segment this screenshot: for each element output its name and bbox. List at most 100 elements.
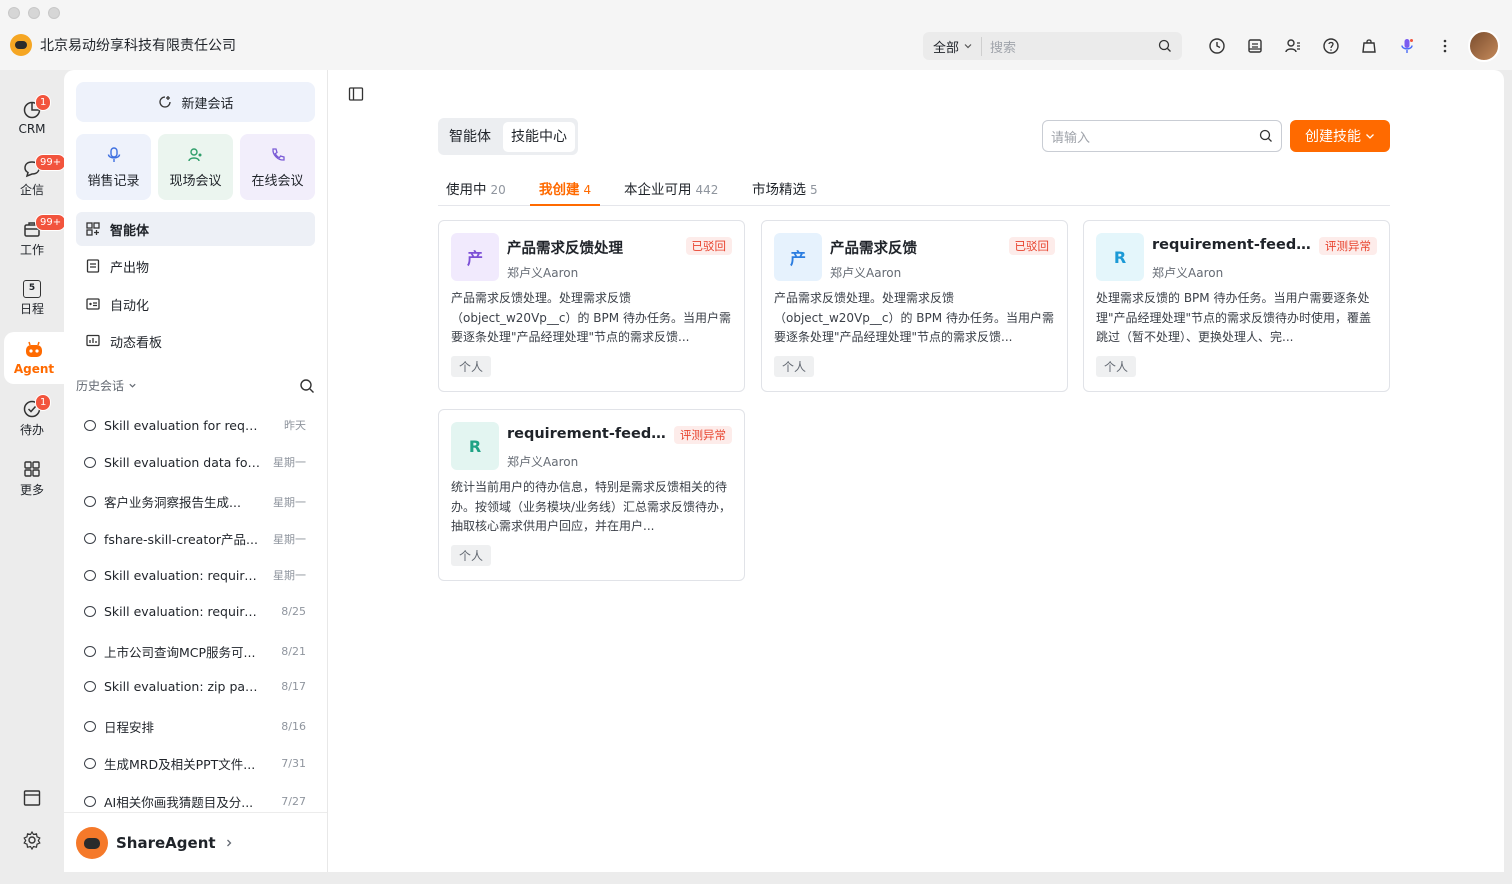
status-badge: 已驳回 [1008,237,1055,255]
search-icon[interactable] [299,378,315,394]
skill-card[interactable]: 产 产品需求反馈处理 郑卢义Aaron 已驳回 产品需求反馈处理。处理需求反馈（… [438,220,745,392]
user-avatar[interactable] [1468,30,1500,62]
segment-agents[interactable]: 智能体 [441,122,499,152]
scope-tag: 个人 [451,356,492,377]
nav-item-outputs[interactable]: 产出物 [76,249,315,283]
crm-badge: 1 [35,94,52,111]
new-chat-icon [159,96,172,108]
skill-card[interactable]: 产 产品需求反馈 郑卢义Aaron 已驳回 产品需求反馈处理。处理需求反馈（ob… [761,220,1068,392]
mic-icon [107,146,120,162]
rail-item-crm[interactable]: CRM 1 [4,92,60,144]
voice-assistant-icon[interactable] [1395,34,1419,58]
help-icon[interactable] [1319,34,1343,58]
tab-created-by-me[interactable]: 我创建 4 [530,178,601,206]
segment-skill-center[interactable]: 技能中心 [503,121,575,152]
apps-grid-icon [24,460,40,477]
nav-item-dashboard[interactable]: 动态看板 [76,324,315,358]
rail-item-more[interactable]: 更多 [4,452,60,504]
history-item[interactable]: 上市公司查询MCP服务可... 8/21 [84,642,306,661]
chat-bubble-icon [84,646,96,657]
close-window-button[interactable] [8,7,20,19]
skill-tabs: 使用中 20 我创建 4 本企业可用 442 市场精选 5 [438,174,1390,206]
skill-card[interactable]: R requirement-feedback... 郑卢义Aaron 评测异常 … [438,409,745,581]
tab-market-picks[interactable]: 市场精选 5 [752,178,818,206]
chevron-down-icon [964,44,972,49]
chat-bubble-icon [84,758,96,769]
nav-item-automation[interactable]: 自动化 [76,287,315,321]
history-clock-icon[interactable] [1205,34,1229,58]
settings-gear-icon[interactable] [22,830,42,854]
history-item[interactable]: fshare-skill-creator产品... 星期一 [84,529,306,548]
rail-item-todo[interactable]: 待办 1 [4,392,60,444]
history-item[interactable]: Skill evaluation data for ... 星期一 [84,454,306,470]
shareagent-profile[interactable]: ShareAgent [64,812,327,872]
document-icon [86,259,100,273]
chat-bubble-icon [84,721,96,732]
search-placeholder: 搜索 [990,40,1017,56]
quick-sales-record[interactable]: 销售记录 [76,134,151,200]
chat-bubble-icon [84,419,96,431]
skill-avatar-icon: 产 [451,233,499,281]
rail-item-work[interactable]: 工作 99+ [4,212,67,264]
skill-description: 产品需求反馈处理。处理需求反馈（object_w20Vp__c）的 BPM 待办… [774,291,1054,344]
search-scope-select[interactable]: 全部 [933,36,983,56]
skill-card[interactable]: R requirement-feedback... 郑卢义Aaron 评测异常 … [1083,220,1390,392]
chat-bubble-icon [84,569,96,581]
tab-in-use[interactable]: 使用中 20 [446,178,506,206]
calendar-icon: 5 [23,279,41,298]
grid-icon [86,222,100,236]
agent-robot-icon [26,341,42,357]
skill-search-input[interactable]: 请输入 [1042,120,1282,152]
skill-avatar-icon: R [451,422,499,470]
app-rail: CRM 1 企信 99+ 工作 99+ 5 日程 Agent 待办 1 更多 [0,70,67,884]
shareagent-logo-icon [76,826,108,859]
title-bar: 北京易动纷享科技有限责任公司 全部 搜索 [0,0,1512,70]
quick-onsite-meeting[interactable]: 现场会议 [158,134,233,200]
rail-item-agent[interactable]: Agent [4,332,64,384]
notes-icon[interactable] [1243,34,1267,58]
search-icon[interactable] [1158,39,1172,53]
more-vertical-icon[interactable] [1433,34,1457,58]
zoom-window-button[interactable] [48,7,60,19]
todo-badge: 1 [35,394,52,411]
create-skill-button[interactable]: 创建技能 [1290,120,1390,152]
rail-item-calendar[interactable]: 5 日程 [4,272,60,324]
skill-description: 处理需求反馈的 BPM 待办任务。当用户需要逐条处理"产品经理处理"节点的需求反… [1096,291,1372,344]
history-item[interactable]: AI相关你画我猜题目及分... 7/27 [84,792,306,811]
quick-online-meeting[interactable]: 在线会议 [240,134,315,200]
window-controls [8,7,60,19]
window-layout-icon[interactable] [22,788,42,812]
search-icon [1259,129,1272,142]
company-name: 北京易动纷享科技有限责任公司 [40,38,236,54]
status-badge: 已驳回 [685,237,732,255]
dashboard-icon [86,334,100,347]
work-badge: 99+ [35,214,67,231]
history-item[interactable]: 日程安排 8/16 [84,717,306,736]
history-item[interactable]: Skill evaluation: require... 星期一 [84,567,306,583]
contacts-icon[interactable] [1281,34,1305,58]
history-item[interactable]: 客户业务洞察报告生成... 星期一 [84,492,306,511]
view-segment: 智能体 技能中心 [438,118,578,155]
global-search[interactable]: 全部 搜索 [923,32,1182,60]
history-toggle[interactable]: 历史会话 [76,377,137,394]
app-logo-icon [10,34,32,56]
nav-item-agents[interactable]: 智能体 [76,212,315,246]
skill-avatar-icon: R [1096,233,1144,281]
status-badge: 评测异常 [674,426,732,444]
rail-item-chat[interactable]: 企信 99+ [4,152,67,204]
company-switcher[interactable]: 北京易动纷享科技有限责任公司 [10,34,236,56]
scope-tag: 个人 [451,545,492,566]
skill-author: 郑卢义Aaron [1152,266,1224,280]
chat-bubble-icon [84,796,96,807]
new-chat-button[interactable]: 新建会话 [76,82,315,122]
skill-description: 产品需求反馈处理。处理需求反馈（object_w20Vp__c）的 BPM 待办… [451,291,731,344]
history-item[interactable]: Skill evaluation for require...昨天 [84,417,306,433]
minimize-window-button[interactable] [28,7,40,19]
history-item[interactable]: Skill evaluation: zip path a...8/17 [84,679,306,694]
history-item[interactable]: 生成MRD及相关PPT文件... 7/31 [84,754,306,773]
history-item[interactable]: Skill evaluation: requireme...8/25 [84,604,306,619]
skill-author: 郑卢义Aaron [830,266,902,280]
store-bag-icon[interactable] [1357,34,1381,58]
toggle-sidebar-icon[interactable] [348,86,364,106]
tab-enterprise-available[interactable]: 本企业可用 442 [624,178,718,206]
